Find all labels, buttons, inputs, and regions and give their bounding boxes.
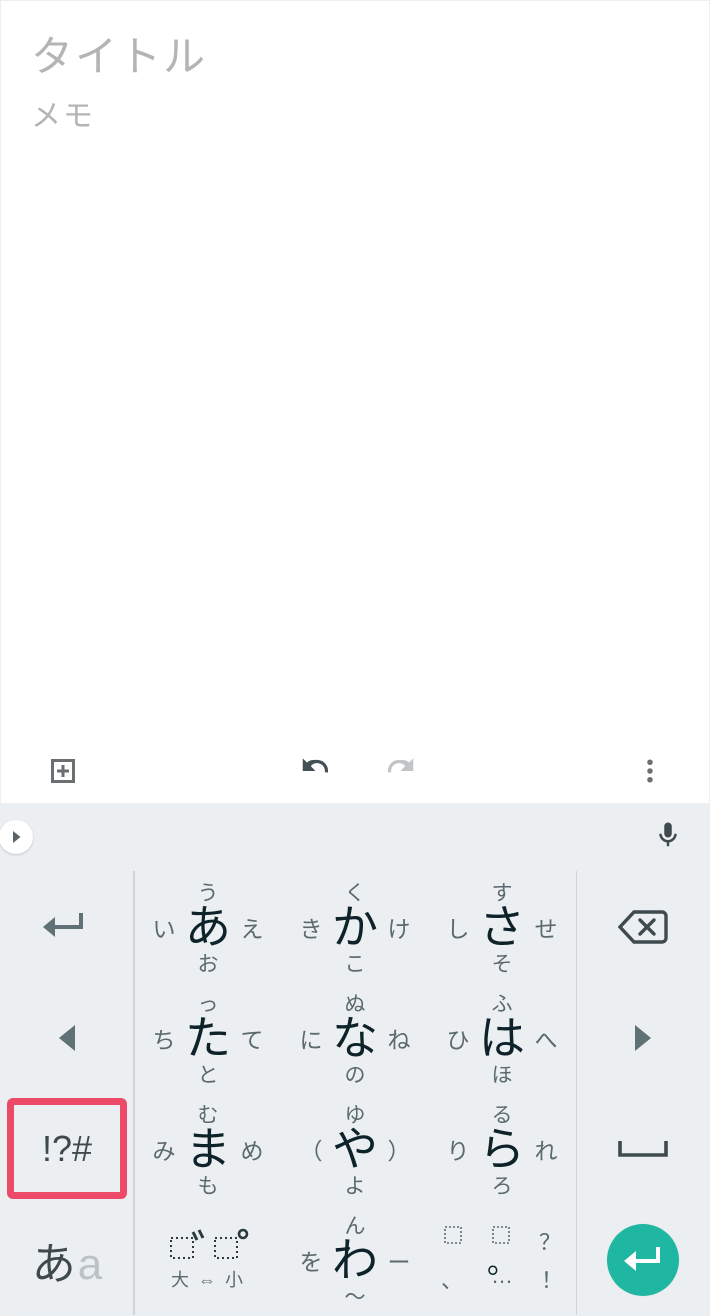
kana-key-ya[interactable]: ゆ （ や ） よ: [282, 1093, 429, 1204]
note-toolbar: [31, 739, 679, 803]
kana-key-na[interactable]: ぬ に な ね の: [282, 982, 429, 1093]
flick-right: え: [241, 910, 264, 944]
backspace-icon: [618, 909, 668, 945]
flick-down: お: [198, 948, 219, 978]
mode-jp: あ: [32, 1228, 76, 1292]
kana-key-ha[interactable]: ふ ひ は へ ほ: [429, 982, 576, 1093]
cursor-left-key[interactable]: [1, 982, 133, 1093]
reverse-tab-icon: [41, 911, 93, 943]
undo-button[interactable]: [298, 752, 336, 790]
keyboard-row-4: あa 大 ⇔ 小 ん を わ ー 〜: [1, 1204, 709, 1315]
note-editor: タイトル メモ: [1, 1, 709, 803]
keyboard-row-1: う い あ え お く き か け こ す し さ せ そ: [1, 871, 709, 982]
enter-icon: [624, 1245, 662, 1275]
kana-key-ra[interactable]: る り ら れ ろ: [429, 1093, 576, 1204]
symbols-mode-key[interactable]: !?#: [1, 1093, 133, 1204]
keyboard-row-2: っ ち た て と ぬ に な ね の ふ ひ は へ ほ: [1, 982, 709, 1093]
bracket-icon: [443, 1225, 463, 1245]
keyboard-rows: う い あ え お く き か け こ す し さ せ そ: [1, 871, 709, 1315]
dakuten-sub: 大 ⇔ 小: [171, 1266, 245, 1292]
enter-key[interactable]: [577, 1204, 709, 1315]
mode-en: a: [78, 1240, 102, 1290]
backspace-key[interactable]: [577, 871, 709, 982]
triangle-left-icon: [56, 1025, 78, 1051]
chevron-right-icon: [7, 828, 25, 846]
more-button[interactable]: [635, 756, 665, 786]
kana-key-a[interactable]: う い あ え お: [135, 871, 282, 982]
flick-left: い: [153, 910, 176, 944]
redo-icon: [380, 752, 418, 790]
dakuten-icon: [165, 1228, 251, 1262]
keyboard: う い あ え お く き か け こ す し さ せ そ: [1, 803, 709, 1315]
space-key[interactable]: [577, 1093, 709, 1204]
kana-main: あ: [185, 904, 231, 950]
space-icon: [616, 1137, 670, 1161]
expand-suggestions-button[interactable]: [0, 820, 33, 854]
memo-input[interactable]: メモ: [31, 91, 679, 131]
title-input[interactable]: タイトル: [31, 23, 679, 73]
punctuation-key[interactable]: ？ 、 … ！ 。: [429, 1204, 576, 1315]
voice-input-button[interactable]: [653, 820, 683, 855]
keyboard-row-3: !?# む み ま め も ゆ （ や ） よ る り ら れ: [1, 1093, 709, 1204]
kana-key-ta[interactable]: っ ち た て と: [135, 982, 282, 1093]
input-mode-key[interactable]: あa: [1, 1204, 133, 1315]
add-button[interactable]: [45, 753, 81, 789]
triangle-right-icon: [632, 1025, 654, 1051]
dakuten-key[interactable]: 大 ⇔ 小: [135, 1204, 282, 1315]
note-body-space[interactable]: [31, 131, 679, 739]
more-vert-icon: [635, 756, 665, 786]
kana-key-ka[interactable]: く き か け こ: [282, 871, 429, 982]
kana-key-ma[interactable]: む み ま め も: [135, 1093, 282, 1204]
cursor-right-key[interactable]: [577, 982, 709, 1093]
flick-up: う: [198, 877, 219, 907]
undo-icon: [298, 752, 336, 790]
redo-button[interactable]: [380, 752, 418, 790]
plus-box-icon: [45, 753, 81, 789]
kana-key-wa[interactable]: ん を わ ー 〜: [282, 1204, 429, 1315]
suggestion-bar: [1, 803, 709, 871]
mic-icon: [653, 820, 683, 850]
reverse-tab-key[interactable]: [1, 871, 133, 982]
kana-key-sa[interactable]: す し さ せ そ: [429, 871, 576, 982]
symbols-label: !?#: [42, 1128, 92, 1170]
